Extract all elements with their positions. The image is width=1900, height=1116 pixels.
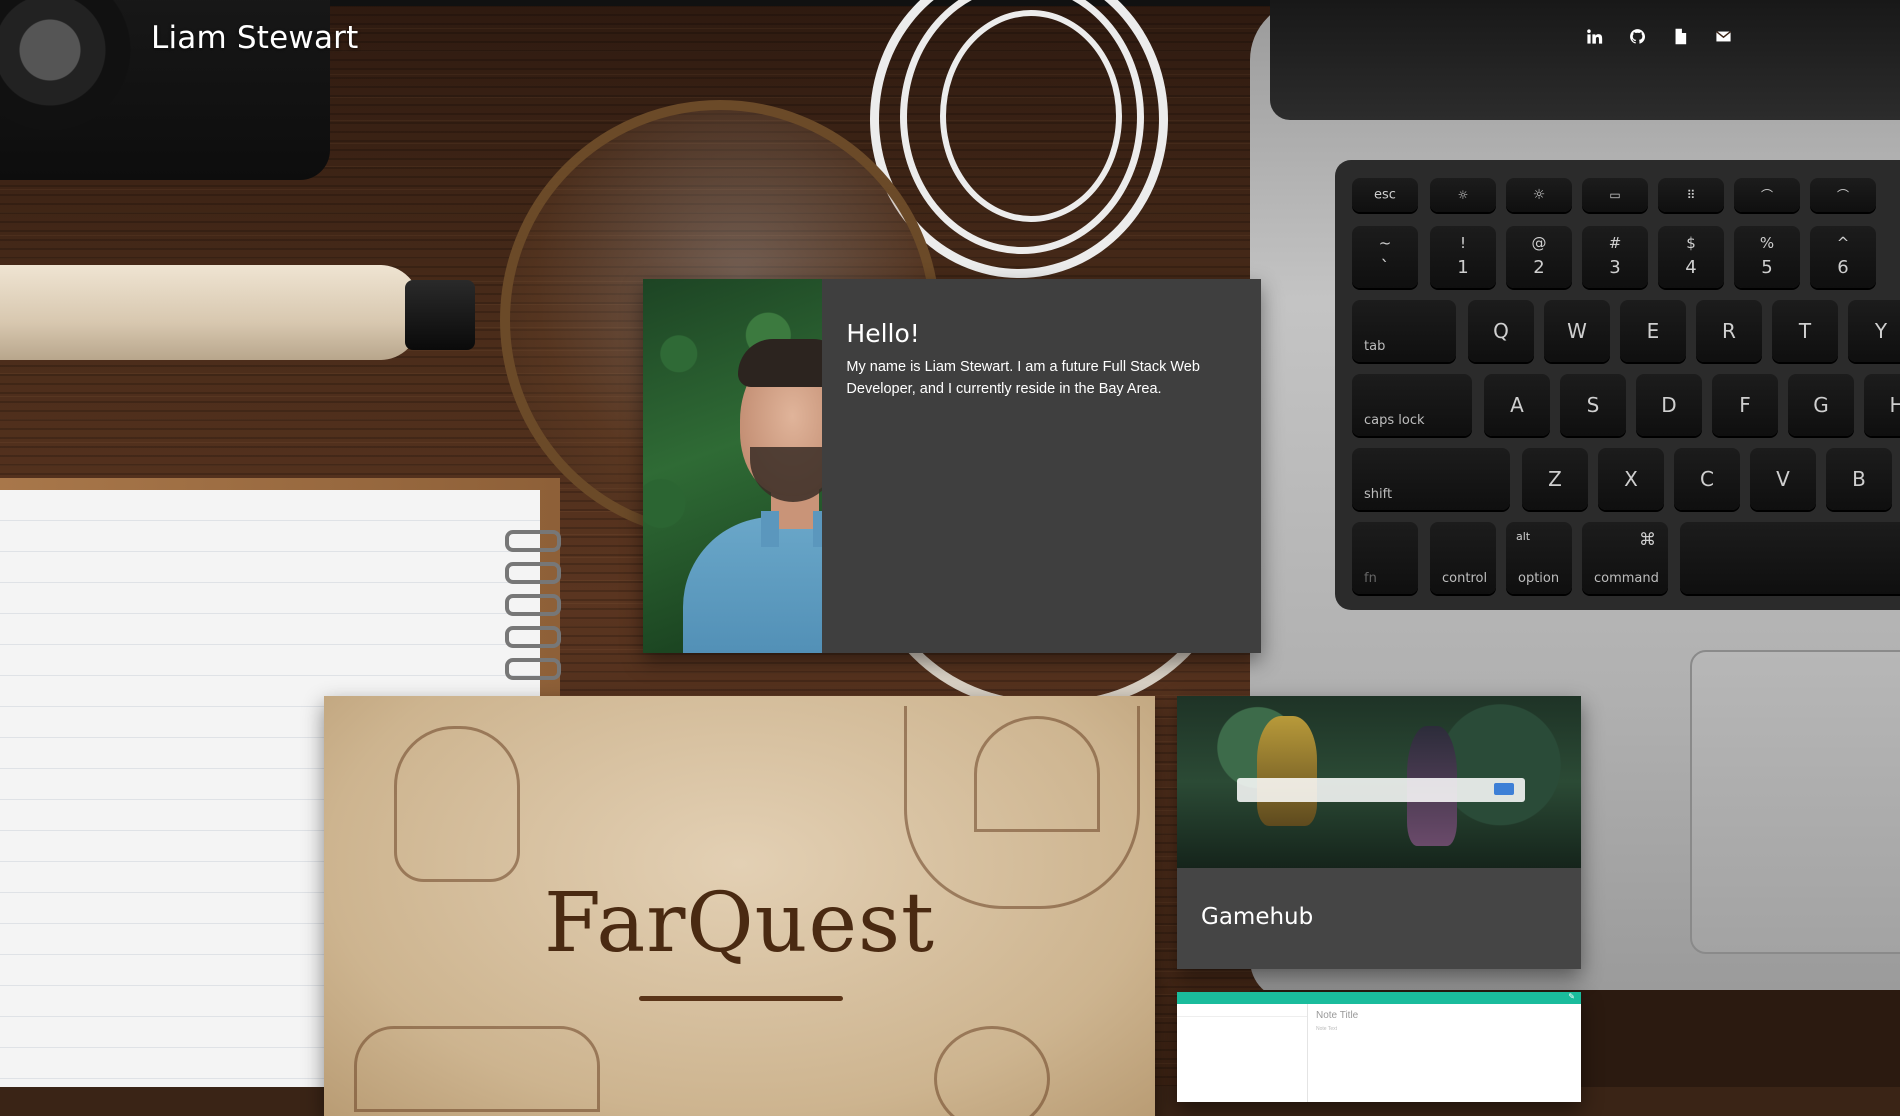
about-card: Hello! My name is Liam Stewart. I am a f… bbox=[643, 279, 1261, 653]
key-g: G bbox=[1788, 374, 1854, 436]
notebook-spiral bbox=[505, 594, 561, 616]
key-option: alt option bbox=[1506, 522, 1572, 594]
gamehub-preview-search-button bbox=[1494, 783, 1514, 795]
gamehub-preview-searchbar bbox=[1237, 778, 1525, 802]
key-shift: shift bbox=[1352, 448, 1510, 510]
key-f: F bbox=[1712, 374, 1778, 436]
key-3: #3 bbox=[1582, 226, 1648, 288]
key-f3: ▭ bbox=[1582, 178, 1648, 212]
laptop-screen-edge bbox=[1270, 0, 1900, 120]
photo-collar bbox=[761, 511, 823, 547]
knight-helmet-sketch bbox=[394, 726, 520, 882]
key-6: ^ 6 bbox=[1810, 226, 1876, 288]
key-t: T bbox=[1772, 300, 1838, 362]
key-f1: ☼ bbox=[1430, 178, 1496, 212]
key-space bbox=[1680, 522, 1900, 594]
key-w: W bbox=[1544, 300, 1610, 362]
key-c: C bbox=[1674, 448, 1740, 510]
photo-hair bbox=[738, 339, 823, 387]
gamehub-screenshot bbox=[1177, 696, 1581, 868]
photo-beard bbox=[750, 447, 823, 502]
key-x: X bbox=[1598, 448, 1664, 510]
key-caps-lock: caps lock bbox=[1352, 374, 1472, 436]
key-f6: ⌒ bbox=[1810, 178, 1876, 212]
key-fn: fn bbox=[1352, 522, 1418, 594]
pencil-icon: ✎ bbox=[1568, 992, 1575, 1001]
notebook-spiral bbox=[505, 530, 561, 552]
key-esc: esc bbox=[1352, 178, 1418, 212]
notes-preview-sidebar bbox=[1177, 1004, 1308, 1102]
laptop-trackpad bbox=[1690, 650, 1900, 954]
key-command: ⌘ command bbox=[1582, 522, 1668, 594]
key-5: % 5 bbox=[1734, 226, 1800, 288]
about-text: Hello! My name is Liam Stewart. I am a f… bbox=[822, 279, 1261, 653]
key-control: control bbox=[1430, 522, 1496, 594]
key-2: @2 bbox=[1506, 226, 1572, 288]
key-d: D bbox=[1636, 374, 1702, 436]
key-f4: ⠿ bbox=[1658, 178, 1724, 212]
resume-file-icon[interactable] bbox=[1671, 27, 1689, 45]
profile-photo bbox=[643, 279, 823, 653]
key-r: R bbox=[1696, 300, 1762, 362]
key-e: E bbox=[1620, 300, 1686, 362]
magnifier-handle bbox=[0, 265, 420, 360]
key-f2: ☼ bbox=[1506, 178, 1572, 212]
earphone-cable-loop-inner bbox=[940, 10, 1122, 222]
key-b: B bbox=[1826, 448, 1892, 510]
key-tab: tab bbox=[1352, 300, 1456, 362]
key-4: $4 bbox=[1658, 226, 1724, 288]
key-1: ! 1 bbox=[1430, 226, 1496, 288]
social-nav bbox=[1585, 27, 1732, 45]
project-card-note-taker[interactable]: ✎ Note Title Note Text bbox=[1177, 992, 1581, 1102]
about-heading: Hello! bbox=[846, 319, 920, 348]
book-sketch bbox=[354, 1026, 600, 1112]
email-icon[interactable] bbox=[1714, 27, 1732, 45]
key-h: H bbox=[1864, 374, 1900, 436]
key-z: Z bbox=[1522, 448, 1588, 510]
linkedin-icon[interactable] bbox=[1585, 27, 1603, 45]
notes-preview-text: Note Text bbox=[1316, 1026, 1338, 1032]
github-icon[interactable] bbox=[1628, 27, 1646, 45]
about-body: My name is Liam Stewart. I am a future F… bbox=[846, 359, 1200, 397]
key-q: Q bbox=[1468, 300, 1534, 362]
game-character-left bbox=[1257, 716, 1317, 826]
gamehub-label: Gamehub bbox=[1201, 904, 1314, 930]
key-tilde: ~ ` bbox=[1352, 226, 1418, 288]
key-v: V bbox=[1750, 448, 1816, 510]
ship-sail-sketch bbox=[974, 716, 1100, 832]
notes-preview-navbar: ✎ bbox=[1177, 992, 1581, 1004]
key-f5: ⌒ bbox=[1734, 178, 1800, 212]
key-y: Y bbox=[1848, 300, 1900, 362]
farquest-title: FarQuest bbox=[543, 876, 935, 971]
farquest-underline bbox=[639, 996, 843, 1001]
notebook-spiral bbox=[505, 626, 561, 648]
project-card-farquest[interactable]: FarQuest bbox=[324, 696, 1155, 1116]
notes-preview-list-item bbox=[1177, 1004, 1307, 1017]
diving-helmet-sketch bbox=[934, 1026, 1050, 1116]
notebook-spiral bbox=[505, 658, 561, 680]
notebook-spiral bbox=[505, 562, 561, 584]
magnifier-handle-cap bbox=[405, 280, 475, 350]
key-s: S bbox=[1560, 374, 1626, 436]
project-card-gamehub[interactable]: Gamehub bbox=[1177, 696, 1581, 969]
notes-preview-title: Note Title bbox=[1316, 1010, 1359, 1021]
key-a: A bbox=[1484, 374, 1550, 436]
site-title[interactable]: Liam Stewart bbox=[151, 20, 359, 56]
laptop-keyboard: esc ☼ ☼ ▭ ⠿ ⌒ ⌒ ~ ` ! 1 @2 #3 $4 % 5 ^ 6 tab… bbox=[1335, 160, 1900, 610]
